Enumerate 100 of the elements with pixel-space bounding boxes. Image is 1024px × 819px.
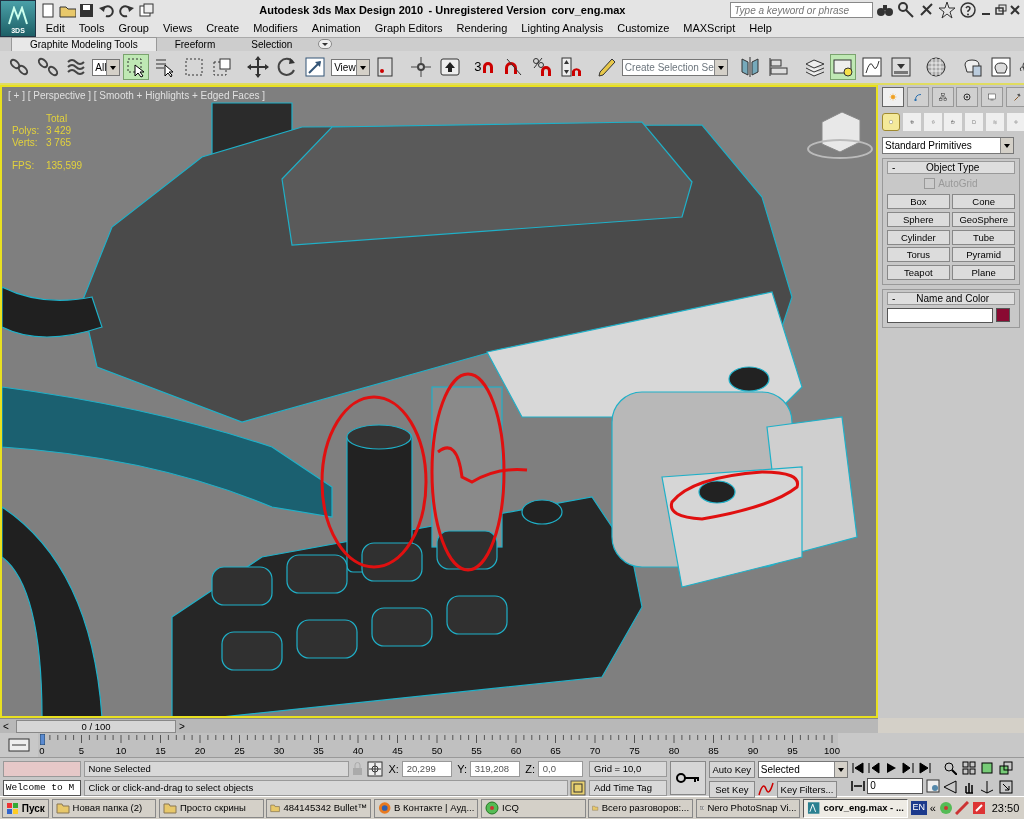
selection-filter-dropdown[interactable]: All: [92, 58, 121, 76]
primitive-button[interactable]: Sphere: [887, 211, 950, 227]
flower-icon[interactable]: [938, 801, 953, 815]
menu-item[interactable]: Help: [742, 20, 779, 37]
viewcube-icon[interactable]: [807, 111, 873, 159]
listener-input[interactable]: [2, 760, 81, 777]
time-tag-icon[interactable]: [570, 780, 587, 796]
object-category-button[interactable]: [882, 112, 900, 131]
name-field[interactable]: [887, 307, 993, 323]
help-icon[interactable]: [959, 1, 977, 19]
ribbon-tab[interactable]: Selection: [233, 38, 311, 51]
primitive-button[interactable]: Box: [887, 194, 950, 209]
rollout-header[interactable]: - Object Type: [887, 160, 1015, 174]
project-folder-icon[interactable]: [137, 1, 155, 19]
next-frame-button[interactable]: >: [176, 718, 188, 734]
command-panel-tab[interactable]: [882, 87, 904, 107]
primitive-button[interactable]: GeoSphere: [952, 211, 1015, 227]
star-icon[interactable]: [938, 1, 957, 19]
ribbon-tab[interactable]: Freeform: [156, 38, 234, 51]
go-to-end-icon[interactable]: [917, 760, 932, 775]
primitive-button[interactable]: Cylinder: [887, 229, 950, 245]
coordinate-field[interactable]: 0,0: [537, 761, 583, 777]
key-mode-dropdown[interactable]: Selected: [757, 760, 848, 778]
taskbar-button[interactable]: Всего разговоров:...: [588, 798, 694, 818]
go-to-start-icon[interactable]: [850, 760, 865, 775]
menu-item[interactable]: Customize: [610, 20, 677, 37]
save-icon[interactable]: [78, 1, 96, 19]
absolute-mode-icon[interactable]: [367, 761, 383, 777]
magnet-icon[interactable]: [481, 59, 496, 75]
start-button[interactable]: Пуск: [2, 798, 49, 818]
color-swatch[interactable]: [995, 308, 1010, 323]
zoom-extents-icon[interactable]: [980, 760, 995, 775]
taskbar-button[interactable]: 484145342 Bullet™: [266, 798, 371, 818]
taskbar-button[interactable]: ICQ: [481, 798, 586, 818]
primitive-button[interactable]: Teapot: [887, 265, 950, 280]
set-key-button[interactable]: Set Key: [708, 780, 756, 798]
taskbar-button[interactable]: corv_eng.max - ...: [803, 798, 908, 818]
add-time-tag-button[interactable]: Add Time Tag: [589, 779, 667, 796]
primitive-button[interactable]: Cone: [952, 194, 1015, 209]
primitive-type-dropdown[interactable]: Standard Primitives: [882, 136, 1014, 154]
primitive-button[interactable]: Pyramid: [952, 247, 1015, 263]
command-panel-tab[interactable]: [931, 87, 954, 107]
menu-item[interactable]: Views: [156, 20, 200, 37]
menu-item[interactable]: Create: [199, 20, 247, 37]
listener-output[interactable]: Welcome to M: [2, 779, 81, 796]
menu-item[interactable]: Tools: [71, 20, 112, 37]
close-icon[interactable]: [1009, 3, 1022, 17]
auto-key-button[interactable]: Auto Key: [708, 760, 756, 778]
reference-coordinate-dropdown[interactable]: View: [331, 58, 370, 76]
menu-item[interactable]: Lighting Analysis: [514, 20, 611, 37]
menu-item[interactable]: Graph Editors: [367, 20, 450, 37]
current-frame-field[interactable]: 0: [867, 777, 924, 794]
prev-frame-button[interactable]: <: [0, 718, 12, 734]
menu-item[interactable]: Modifiers: [246, 20, 305, 37]
command-panel-tab[interactable]: [956, 87, 979, 107]
language-indicator[interactable]: EN: [910, 801, 928, 815]
ribbon-toggle-icon[interactable]: [318, 39, 333, 49]
taskbar-button[interactable]: Новая папка (2): [51, 798, 157, 818]
tangent-icon[interactable]: [757, 781, 774, 797]
snap-toggle-button[interactable]: 3: [472, 55, 498, 79]
menu-item[interactable]: Rendering: [449, 20, 515, 37]
zoom-extents-all-icon[interactable]: [999, 760, 1014, 775]
time-slider-thumb[interactable]: 0 / 100: [16, 719, 176, 733]
signal-icon[interactable]: [955, 801, 970, 815]
globe-icon[interactable]: [377, 801, 392, 815]
named-selection-dropdown[interactable]: Create Selection Se: [621, 58, 728, 76]
shield-icon[interactable]: [972, 801, 987, 815]
taskbar-button[interactable]: Просто скрины: [158, 798, 264, 818]
search-field[interactable]: Type a keyword or phrase: [730, 2, 874, 18]
curve-editor-toggle-icon[interactable]: [8, 737, 30, 753]
primitive-button[interactable]: Torus: [887, 247, 950, 263]
primitive-button[interactable]: Plane: [952, 265, 1015, 280]
next-frame-icon[interactable]: [900, 760, 915, 775]
windows-flag-icon[interactable]: [6, 801, 19, 815]
tray-expand-button[interactable]: «: [929, 799, 936, 817]
key-filters-button[interactable]: Key Filters...: [776, 780, 838, 798]
primitive-button[interactable]: Tube: [952, 229, 1015, 245]
menu-item[interactable]: Edit: [38, 20, 72, 37]
zoom-all-icon[interactable]: [961, 760, 976, 775]
menu-item[interactable]: Animation: [304, 20, 368, 37]
orbit-icon[interactable]: [980, 779, 995, 794]
rollout-header[interactable]: - Name and Color: [887, 292, 1015, 305]
set-key-mode-button[interactable]: [669, 760, 706, 795]
time-marker-icon[interactable]: [40, 734, 45, 745]
menu-item[interactable]: Group: [111, 20, 156, 37]
zoom-icon[interactable]: [942, 760, 957, 775]
timeline-ruler[interactable]: 0 5 10 15 20 25 30 35 40 45 50 55 60 65 70 75 80 85 90 95 100: [38, 733, 838, 757]
menu-item[interactable]: MAXScript: [676, 20, 743, 37]
maximize-viewport-icon[interactable]: [999, 779, 1014, 794]
flower-icon[interactable]: [485, 801, 500, 815]
field-of-view-icon[interactable]: [942, 779, 957, 794]
time-config-icon[interactable]: [926, 778, 941, 793]
key-mode-toggle-icon[interactable]: [850, 778, 865, 793]
ribbon-tab[interactable]: Graphite Modeling Tools: [11, 37, 157, 51]
coordinate-field[interactable]: 20,299: [401, 761, 452, 777]
taskbar-button[interactable]: В Контакте | Ауд...: [373, 798, 479, 818]
coordinate-field[interactable]: 319,208: [469, 761, 520, 777]
app-icon[interactable]: [807, 801, 821, 815]
taskbar-button[interactable]: Nero PhotoSnap Vi...: [695, 798, 801, 818]
command-panel-tab[interactable]: [981, 87, 1003, 107]
